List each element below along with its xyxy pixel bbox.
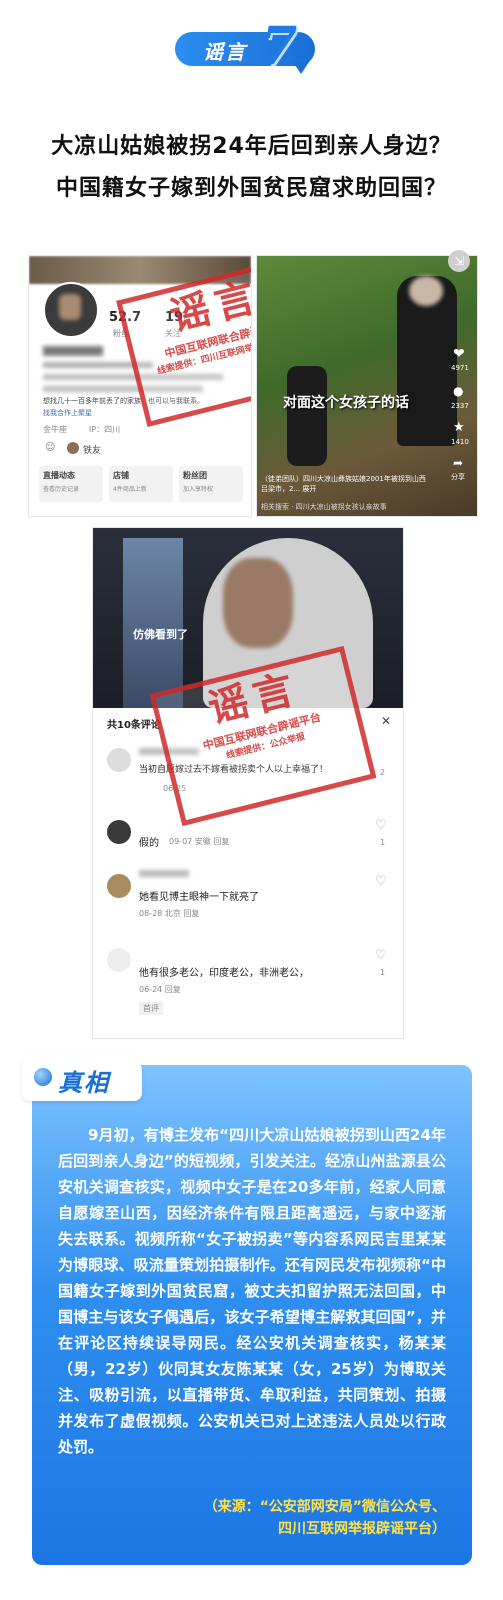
- truth-tab: 真相: [22, 1055, 142, 1101]
- badge-label: 谣言: [203, 40, 247, 64]
- comment-text: 假的: [139, 838, 159, 849]
- tab-live[interactable]: 直播动态 查看历史记录: [39, 466, 103, 502]
- like-icon[interactable]: ❤: [453, 346, 465, 362]
- video-caption-2: 仿佛看到了: [133, 628, 188, 641]
- exit-icon[interactable]: ⇲: [448, 250, 470, 272]
- left-figure: [123, 538, 183, 708]
- share-label: 分享: [451, 473, 465, 481]
- user-icon: ☺: [45, 442, 56, 453]
- truth-body: 9月初，有博主发布“四川大凉山姑娘被拐到山西24年后回到亲人身边”的短视频，引发…: [58, 1126, 446, 1456]
- comment-text: 他有很多老公，印度老公，非洲老公，: [139, 968, 309, 979]
- truth-label: 真相: [58, 1069, 110, 1097]
- tag-ip: IP：四川: [89, 425, 121, 434]
- blurred-commenter: [139, 870, 189, 877]
- comment-count-header: 共10条评论: [107, 720, 161, 731]
- avatar: [107, 874, 131, 898]
- tab-shop[interactable]: 店铺 4件商品上新: [109, 466, 173, 502]
- like-count: 4971: [451, 364, 469, 372]
- tag-zodiac: 金牛座: [43, 425, 67, 434]
- tab-shop-label: 店铺: [113, 471, 129, 480]
- comment-like-count: 1: [380, 968, 386, 977]
- blurred-face-2: [223, 558, 293, 648]
- related-search[interactable]: 相关搜索 · 四川大凉山被拐女孩认亲故事: [261, 502, 387, 512]
- video-screenshot: 对面这个女孩子的话 （徒弟团队）四川大凉山彝族姑娘2001年被拐到山西吕梁市，2…: [256, 255, 478, 517]
- comment-like-count: 2: [380, 768, 386, 777]
- avatar: [43, 282, 99, 338]
- heart-icon[interactable]: ♡: [375, 948, 387, 963]
- source-line1: （来源：“公安部网安局”微信公众号、: [203, 1499, 446, 1515]
- avatar: [107, 748, 131, 772]
- close-icon[interactable]: ✕: [381, 714, 391, 728]
- second-figure: [287, 366, 327, 466]
- tab-fanclub[interactable]: 粉丝团 加入享特权: [179, 466, 243, 502]
- tab-live-label: 直播动态: [43, 471, 75, 480]
- tab-live-sub: 查看历史记录: [43, 486, 80, 493]
- tab-fanclub-sub: 加入享特权: [183, 486, 214, 493]
- headline-line2: 中国籍女子嫁到外国贫民窟求助回国？: [55, 176, 447, 201]
- comment-meta: 08-28 北京 回复: [139, 909, 200, 918]
- tab-shop-sub: 4件商品上新: [113, 486, 147, 493]
- profile-screenshot: 52.7 粉丝 19 关注 想找几十一百多年前丢了的家族，也可以与我联系。 找我…: [28, 255, 252, 517]
- comment-meta: 06-24 回复: [139, 985, 181, 994]
- heart-icon[interactable]: ♡: [375, 818, 387, 833]
- avatar: [107, 948, 131, 972]
- blurred-face: [409, 276, 443, 306]
- author-tag: 首评: [139, 1002, 163, 1015]
- headline-line1: 大凉山姑娘被拐24年后回到亲人身边？: [51, 134, 452, 159]
- profile-bio-link[interactable]: 找我合作上聚星: [43, 408, 92, 418]
- badge-number: 7: [261, 16, 298, 77]
- tab-fanclub-label: 粉丝团: [183, 471, 207, 480]
- rumor-badge: 谣言 7: [175, 16, 325, 77]
- source-line2: 四川互联网举报辟谣平台）: [278, 1521, 446, 1537]
- video-caption: 对面这个女孩子的话: [283, 395, 409, 411]
- share-icon[interactable]: ➦: [453, 456, 463, 470]
- comments-screenshot: 仿佛看到了 共10条评论 ✕ 当初自愿嫁过去不嫁看被拐卖个人以上幸福了！ 06-…: [92, 527, 404, 1039]
- star-icon[interactable]: ★: [453, 420, 465, 435]
- blurred-username: [43, 346, 103, 356]
- heart-icon[interactable]: ♡: [375, 874, 387, 889]
- friend-name: 铁友: [83, 446, 102, 456]
- friend-avatar: [67, 442, 79, 454]
- avatar: [107, 820, 131, 844]
- star-count: 1410: [451, 438, 469, 446]
- comment-meta: 09-07 安徽 回复: [169, 837, 230, 846]
- comment-count: 2337: [451, 402, 469, 410]
- comment-like-count: 1: [380, 838, 386, 847]
- bubble-icon: [34, 1068, 52, 1086]
- comment-icon[interactable]: ●: [453, 384, 463, 398]
- comment-text: 她看见博主眼神一下就亮了: [139, 892, 259, 903]
- video-description: （徒弟团队）四川大凉山彝族姑娘2001年被拐到山西吕梁市，2... 展开: [261, 475, 426, 493]
